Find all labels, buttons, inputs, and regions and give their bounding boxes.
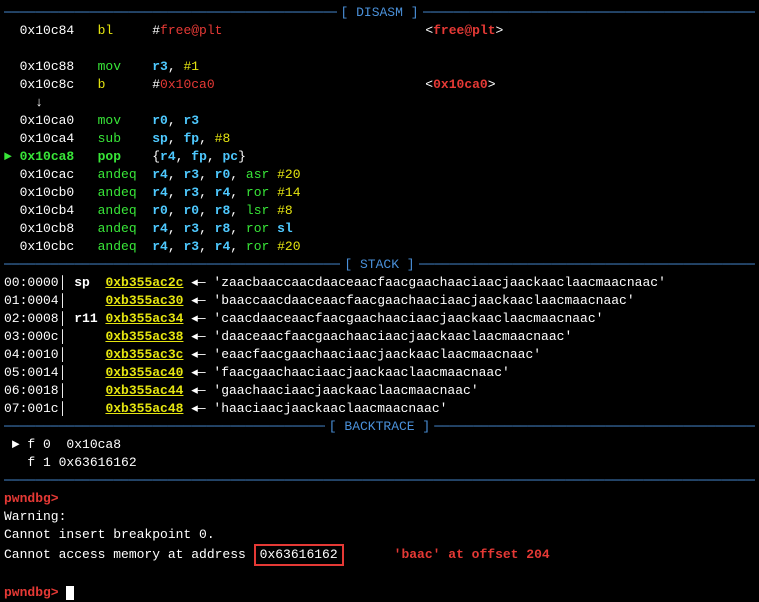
disasm-row: ► 0x10ca8 pop {r4, fp, pc} [4,148,755,166]
stack-section-header: [ STACK ] [4,256,755,274]
disasm-row: 0x10c8c b #0x10ca0 <0x10ca0> [4,76,755,94]
disasm-row: 0x10c84 bl #free@plt <free@plt> [4,22,755,40]
backtrace-label: [ BACKTRACE ] [325,418,434,436]
backtrace-row: ► f 0 0x10ca8 [4,436,755,454]
stack-row: 06:0018│ 0xb355ac44 ◂— 'gaachaaciaacjaac… [4,382,755,400]
stack-row: 07:001c│ 0xb355ac48 ◂— 'haaciaacjaackaac… [4,400,755,418]
disasm-row: 0x10cbc andeq r4, r3, r4, ror #20 [4,238,755,256]
warning-line: Warning: [4,508,755,526]
disasm-row: ↓ [4,94,755,112]
backtrace-row: f 1 0x63616162 [4,454,755,472]
disasm-row [4,40,755,58]
stack-row: 01:0004│ 0xb355ac30 ◂— 'baaccaacdaaceaac… [4,292,755,310]
disasm-row: 0x10cb0 andeq r4, r3, r4, ror #14 [4,184,755,202]
disasm-label: [ DISASM ] [337,4,423,22]
cursor [66,586,74,600]
stack-rows: 00:0000│ sp 0xb355ac2c ◂— 'zaacbaaccaacd… [4,274,755,418]
stack-label: [ STACK ] [340,256,418,274]
error-line-2: Cannot access memory at address 0x636161… [4,544,755,566]
disasm-section-header: [ DISASM ] [4,4,755,22]
disasm-row: 0x10cb8 andeq r4, r3, r8, ror sl [4,220,755,238]
annotation-text: 'baac' at offset 204 [394,546,550,564]
disasm-rows: 0x10c84 bl #free@plt <free@plt> 0x10c88 … [4,22,755,256]
disasm-row: 0x10ca0 mov r0, r3 [4,112,755,130]
error-prefix: Cannot access memory at address [4,546,254,564]
error-line-1: Cannot insert breakpoint 0. [4,526,755,544]
backtrace-section-header: [ BACKTRACE ] [4,418,755,436]
disasm-row: 0x10ca4 sub sp, fp, #8 [4,130,755,148]
stack-row: 05:0014│ 0xb355ac40 ◂— 'faacgaachaaciaac… [4,364,755,382]
stack-row: 04:0010│ 0xb355ac3c ◂— 'eaacfaacgaachaac… [4,346,755,364]
disasm-row: 0x10c88 mov r3, #1 [4,58,755,76]
prompt-1[interactable]: pwndbg> [4,491,59,506]
disasm-row: 0x10cac andeq r4, r3, r0, asr #20 [4,166,755,184]
highlighted-address: 0x63616162 [254,544,344,566]
stack-row: 00:0000│ sp 0xb355ac2c ◂— 'zaacbaaccaacd… [4,274,755,292]
prompt-2[interactable]: pwndbg> [4,585,59,600]
disasm-row: 0x10cb4 andeq r0, r0, r8, lsr #8 [4,202,755,220]
backtrace-rows: ► f 0 0x10ca8 f 1 0x63616162 [4,436,755,472]
stack-row: 02:0008│ r11 0xb355ac34 ◂— 'caacdaaceaac… [4,310,755,328]
section-rule [4,472,755,490]
stack-row: 03:000c│ 0xb355ac38 ◂— 'daaceaacfaacgaac… [4,328,755,346]
